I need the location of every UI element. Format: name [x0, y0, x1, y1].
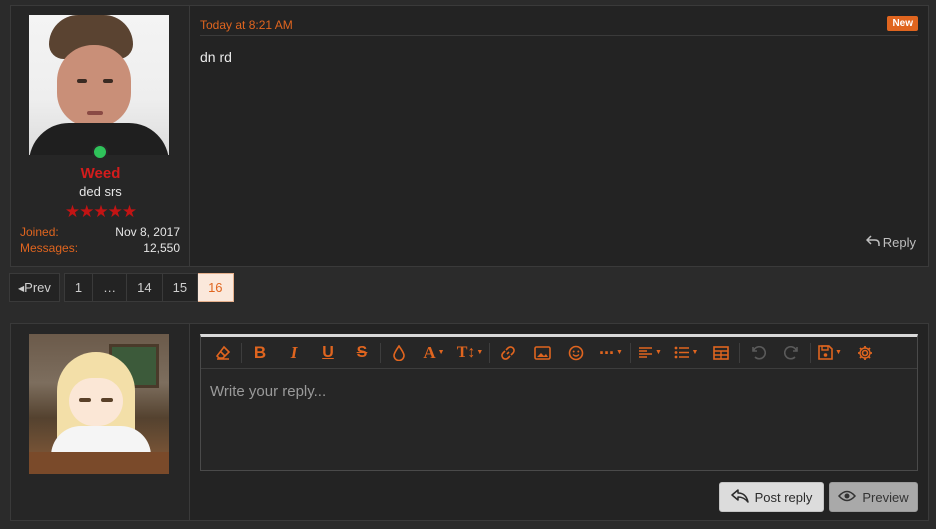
reply-user-panel — [11, 324, 190, 520]
font-size-icon[interactable]: T↕ ▼ — [452, 337, 488, 369]
message-post: Weed ded srs ★★★★★ Joined: Nov 8, 2017 M… — [10, 5, 929, 267]
pagination: ◀Prev 1 … 14 15 16 — [9, 273, 234, 302]
link-icon[interactable] — [491, 337, 525, 369]
reply-icon — [730, 488, 749, 506]
drafts-icon[interactable]: ▼ — [812, 337, 848, 369]
list-icon[interactable]: ▼ — [668, 337, 704, 369]
rich-text-editor: B I U S A ▼ T↕ ▼ ··· ▼ ▼ ▼ ▼ Write your … — [200, 334, 918, 471]
reply-textarea[interactable]: Write your reply... — [210, 383, 326, 400]
smilie-icon[interactable] — [559, 337, 593, 369]
post-reply-label: Post reply — [754, 489, 813, 505]
eye-icon — [838, 490, 857, 505]
user-avatar[interactable] — [29, 15, 169, 155]
page-link[interactable]: 14 — [127, 273, 163, 302]
message-body: dn rd — [200, 49, 232, 65]
text-color-icon[interactable] — [382, 337, 416, 369]
italic-icon[interactable]: I — [277, 337, 311, 369]
strikethrough-icon[interactable]: S — [345, 337, 379, 369]
prev-page-button[interactable]: ◀Prev — [9, 273, 60, 302]
post-reply-button[interactable]: Post reply — [719, 482, 824, 512]
joined-stat: Joined: Nov 8, 2017 — [20, 225, 180, 239]
page-link[interactable]: 15 — [162, 273, 199, 302]
settings-icon[interactable] — [848, 337, 882, 369]
message-content: Today at 8:21 AM New dn rd Reply — [200, 6, 928, 266]
underline-icon[interactable]: U — [311, 337, 345, 369]
current-user-avatar[interactable] — [29, 334, 169, 474]
online-status-icon — [92, 144, 108, 160]
reply-label: Reply — [882, 235, 916, 250]
align-icon[interactable]: ▼ — [632, 337, 668, 369]
messages-value: 12,550 — [143, 241, 180, 255]
post-timestamp[interactable]: Today at 8:21 AM — [200, 18, 293, 32]
message-user-panel: Weed ded srs ★★★★★ Joined: Nov 8, 2017 M… — [11, 6, 190, 266]
page-list: 1 … 14 15 16 — [63, 273, 234, 302]
quick-reply: B I U S A ▼ T↕ ▼ ··· ▼ ▼ ▼ ▼ Write your … — [10, 323, 929, 521]
preview-button[interactable]: Preview — [829, 482, 918, 512]
page-jump[interactable]: … — [93, 273, 128, 302]
reply-button[interactable]: Reply — [865, 235, 916, 250]
messages-label: Messages: — [20, 241, 79, 255]
joined-label: Joined: — [20, 225, 59, 239]
font-family-icon[interactable]: A ▼ — [416, 337, 452, 369]
editor-toolbar: B I U S A ▼ T↕ ▼ ··· ▼ ▼ ▼ ▼ — [201, 337, 917, 369]
user-title: ded srs — [79, 184, 122, 199]
table-icon[interactable] — [704, 337, 738, 369]
joined-value: Nov 8, 2017 — [115, 225, 180, 239]
preview-label: Preview — [862, 489, 909, 505]
messages-stat: Messages: 12,550 — [20, 241, 180, 255]
prev-label: Prev — [24, 280, 51, 295]
more-icon[interactable]: ··· ▼ — [593, 337, 629, 369]
new-badge: New — [887, 16, 918, 31]
message-attribution: Today at 8:21 AM New — [200, 16, 918, 36]
username-link[interactable]: Weed — [11, 165, 190, 182]
redo-icon[interactable] — [775, 337, 809, 369]
bold-icon[interactable]: B — [243, 337, 277, 369]
image-icon[interactable] — [525, 337, 559, 369]
rating-stars: ★★★★★ — [64, 202, 137, 221]
undo-icon[interactable] — [741, 337, 775, 369]
page-link[interactable]: 1 — [63, 273, 94, 302]
eraser-icon[interactable] — [206, 337, 240, 369]
reply-icon — [865, 235, 880, 250]
page-link-current[interactable]: 16 — [198, 273, 234, 302]
